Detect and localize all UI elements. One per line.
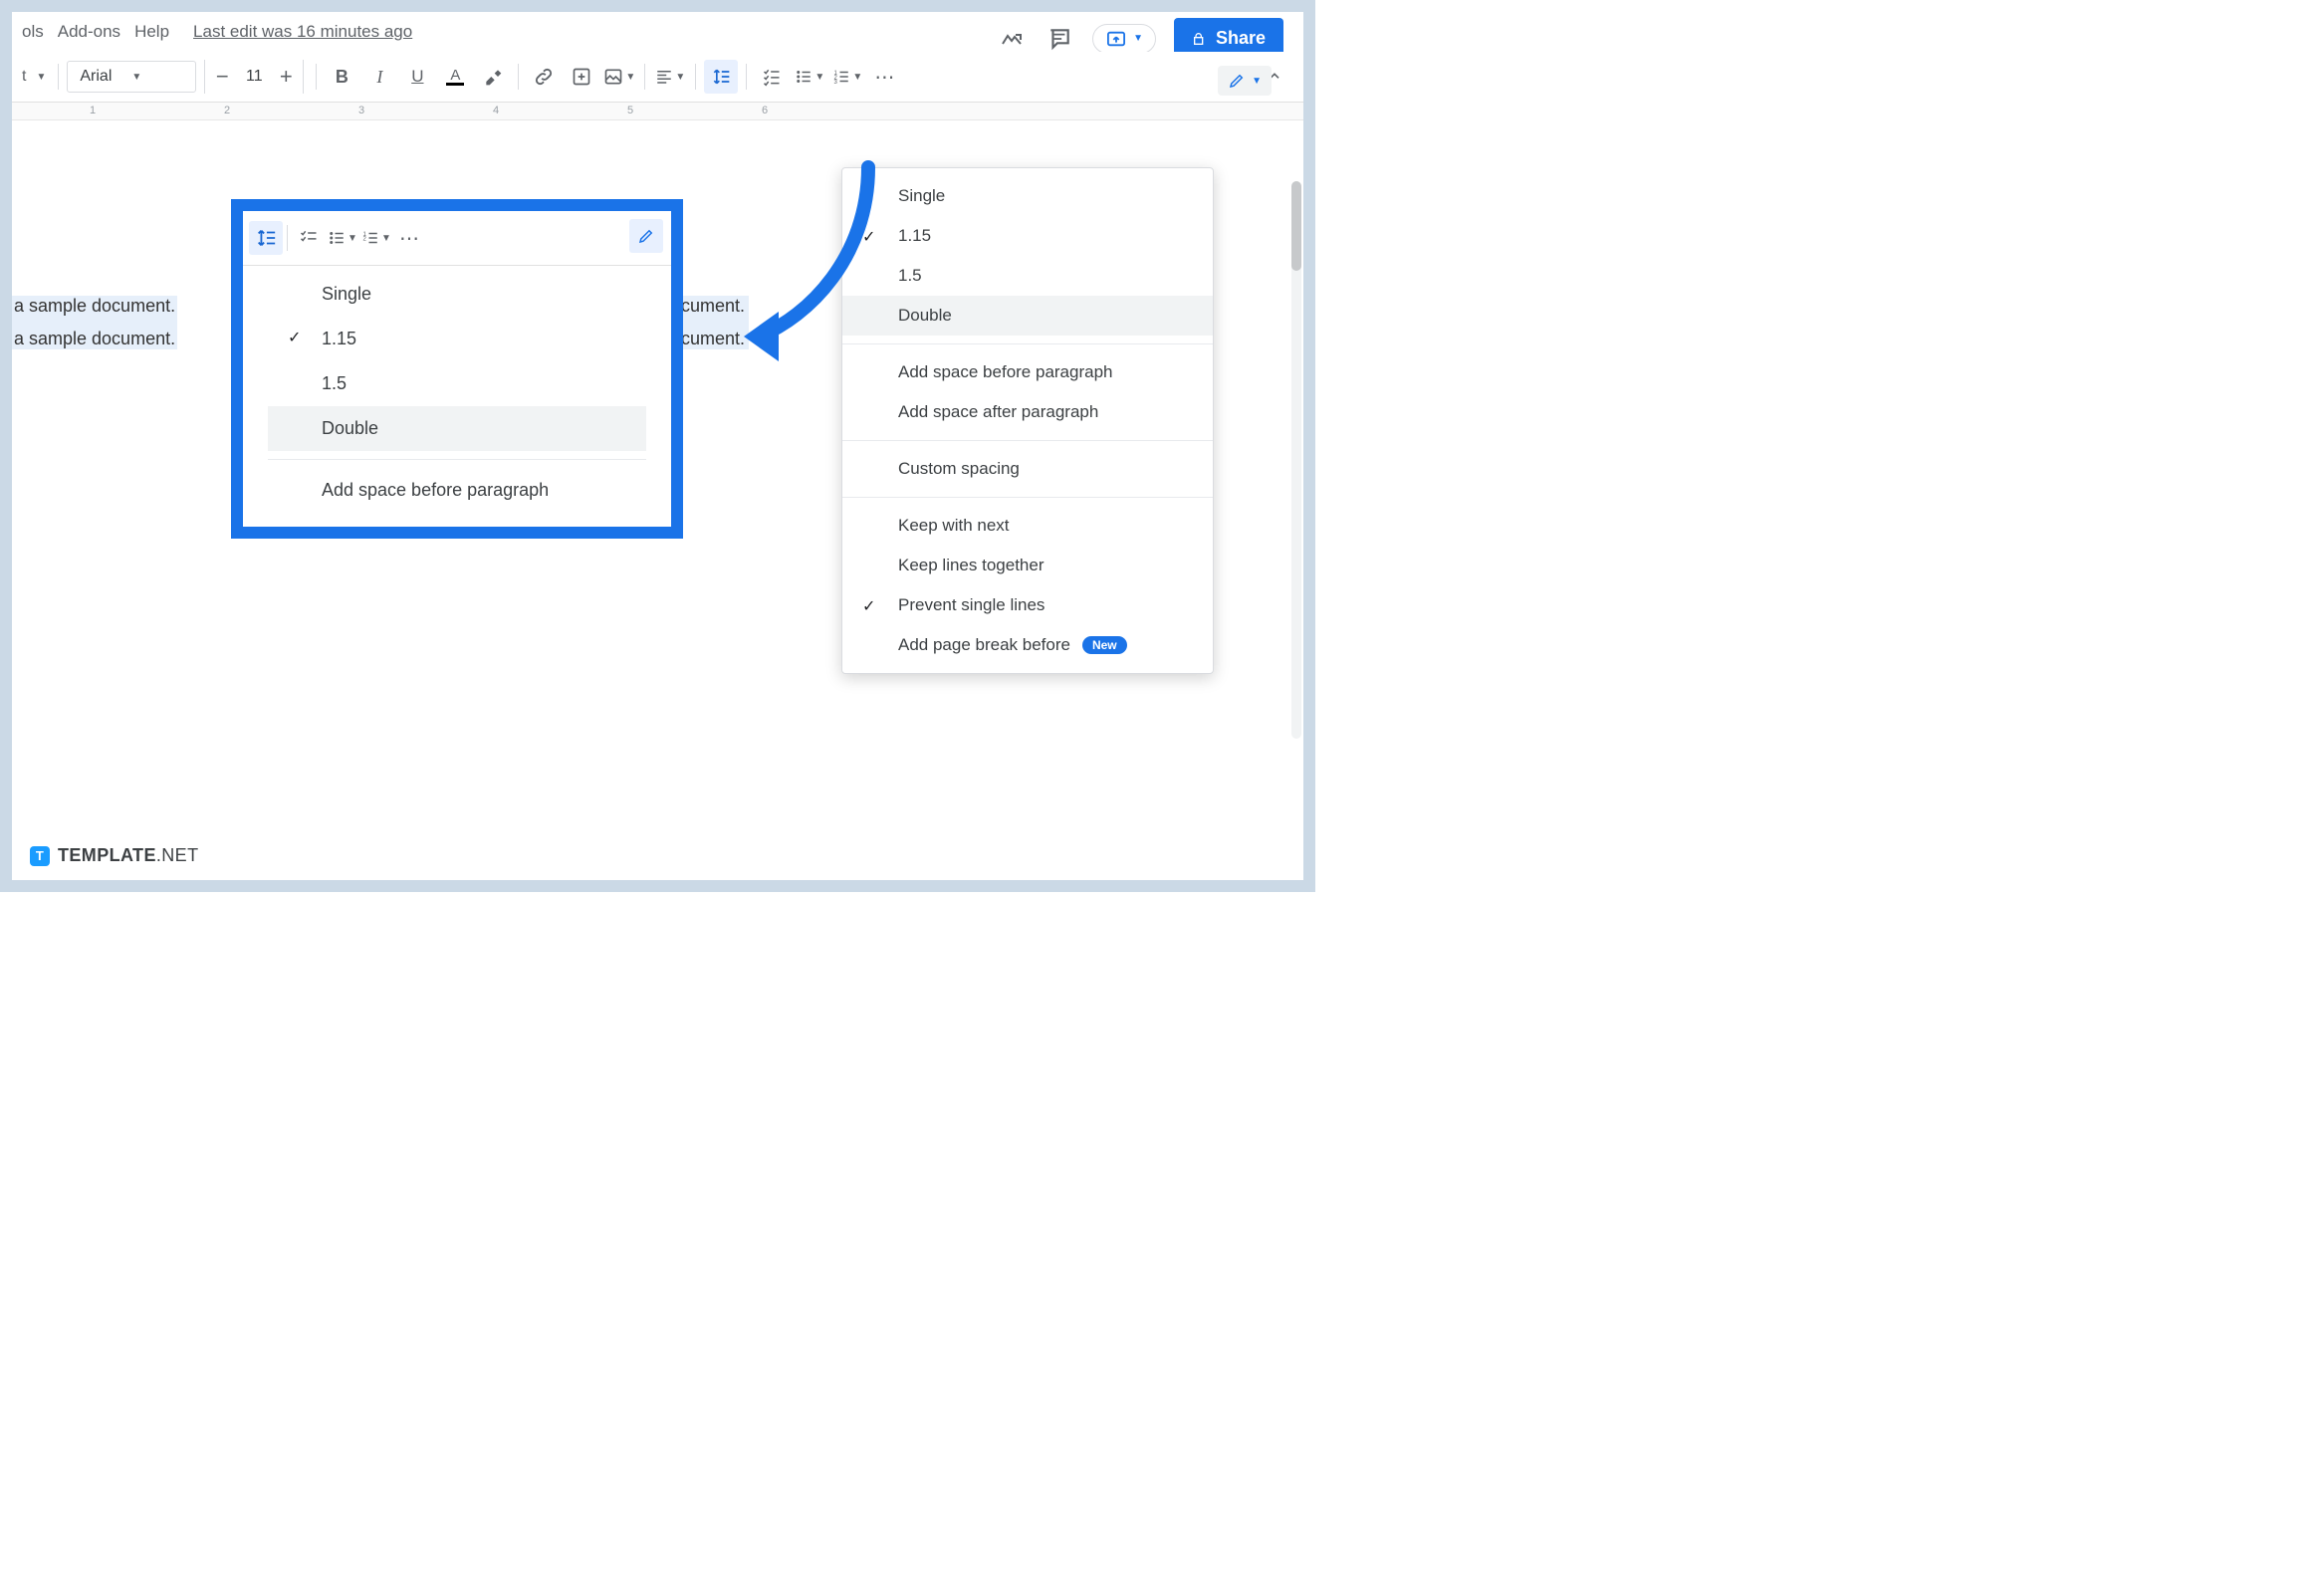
comments-icon[interactable]	[1045, 24, 1074, 54]
new-badge: New	[1082, 636, 1127, 654]
separator	[316, 64, 317, 90]
numbered-list-button[interactable]: 12 ▼	[359, 221, 393, 255]
menu-item-1-5[interactable]: 1.5	[268, 361, 646, 406]
add-comment-button[interactable]	[565, 60, 598, 94]
menu-item-keep-next[interactable]: Keep with next	[842, 506, 1213, 546]
separator	[58, 64, 59, 90]
callout-inset: ▼ 12 ▼ ⋯ Single ✓1.15 1.5 Double Add spa…	[231, 199, 683, 539]
menu-separator	[842, 497, 1213, 498]
font-size-decrease[interactable]: −	[205, 60, 239, 94]
inset-toolbar: ▼ 12 ▼ ⋯	[243, 211, 671, 266]
editing-mode-button[interactable]: ▼	[1218, 66, 1272, 96]
bullet-list-button[interactable]: ▼	[793, 60, 826, 94]
menu-item-keep-lines[interactable]: Keep lines together	[842, 546, 1213, 585]
inset-line-spacing-dropdown: Single ✓1.15 1.5 Double Add space before…	[268, 266, 646, 519]
align-button[interactable]: ▼	[653, 60, 687, 94]
chevron-down-icon: ▼	[131, 72, 141, 83]
menu-item-space-before[interactable]: Add space before paragraph	[842, 352, 1213, 392]
line-spacing-button[interactable]	[704, 60, 738, 94]
checklist-button[interactable]	[755, 60, 789, 94]
font-size-input[interactable]	[239, 68, 269, 86]
svg-text:2: 2	[363, 236, 367, 242]
numbered-list-button[interactable]: 123 ▼	[830, 60, 864, 94]
toolbar: t ▼ Arial ▼ − + B I U A ▼ ▼	[12, 52, 1303, 103]
footer-logo: T TEMPLATE.NET	[30, 845, 198, 866]
chevron-down-icon: ▼	[675, 72, 685, 83]
check-icon: ✓	[862, 596, 875, 616]
ruler-mark: 3	[358, 105, 364, 116]
scrollbar-thumb[interactable]	[1291, 181, 1301, 271]
menu-item-double[interactable]: Double	[268, 406, 646, 451]
insert-image-button[interactable]: ▼	[602, 60, 636, 94]
chevron-down-icon: ▼	[348, 233, 357, 244]
more-button[interactable]: ⋯	[393, 221, 427, 255]
logo-icon: T	[30, 846, 50, 866]
font-size-group: − +	[204, 60, 304, 94]
check-icon: ✓	[288, 328, 301, 347]
menu-item-1-5[interactable]: 1.5	[842, 256, 1213, 296]
ruler-mark: 4	[493, 105, 499, 116]
font-dropdown[interactable]: Arial ▼	[67, 61, 196, 93]
italic-button[interactable]: I	[362, 60, 396, 94]
ruler-mark: 2	[224, 105, 230, 116]
separator	[644, 64, 645, 90]
menu-separator	[842, 343, 1213, 344]
styles-dropdown[interactable]: t ▼	[18, 60, 50, 94]
font-size-increase[interactable]: +	[269, 60, 303, 94]
menu-item-space-before[interactable]: Add space before paragraph	[268, 468, 646, 513]
menu-item-single[interactable]: Single	[842, 176, 1213, 216]
text-color-button[interactable]: A	[438, 60, 472, 94]
menu-tools[interactable]: ols	[22, 22, 44, 42]
link-button[interactable]	[527, 60, 561, 94]
ruler-mark: 1	[90, 105, 96, 116]
ruler: 1 2 3 4 5 6	[12, 103, 1303, 120]
chevron-down-icon: ▼	[814, 72, 824, 83]
menu-item-1-15[interactable]: ✓1.15	[268, 317, 646, 361]
line-spacing-dropdown: Single ✓1.15 1.5 Double Add space before…	[841, 167, 1214, 674]
underline-button[interactable]: U	[400, 60, 434, 94]
menu-item-single[interactable]: Single	[268, 272, 646, 317]
menu-addons[interactable]: Add-ons	[58, 22, 120, 42]
separator	[695, 64, 696, 90]
ruler-mark: 5	[627, 105, 633, 116]
checklist-button[interactable]	[292, 221, 326, 255]
separator	[746, 64, 747, 90]
share-label: Share	[1216, 28, 1266, 49]
menu-separator	[268, 459, 646, 460]
bold-button[interactable]: B	[325, 60, 358, 94]
document-text-selection: a sample document. a sample document.	[12, 296, 177, 349]
ruler-mark: 6	[762, 105, 768, 116]
bullet-list-button[interactable]: ▼	[326, 221, 359, 255]
menu-separator	[842, 440, 1213, 441]
callout-arrow	[709, 157, 888, 376]
menu-help[interactable]: Help	[134, 22, 169, 42]
chevron-down-icon: ▼	[1252, 76, 1262, 87]
logo-text-light: .NET	[156, 845, 199, 865]
editing-mode-button[interactable]	[629, 219, 663, 253]
chevron-down-icon: ▼	[852, 72, 862, 83]
separator	[287, 225, 288, 251]
menu-item-space-after[interactable]: Add space after paragraph	[842, 392, 1213, 432]
separator	[518, 64, 519, 90]
highlight-button[interactable]	[476, 60, 510, 94]
menu-item-page-break[interactable]: Add page break beforeNew	[842, 625, 1213, 665]
line-spacing-button[interactable]	[249, 221, 283, 255]
chevron-down-icon: ▼	[1133, 33, 1143, 44]
activity-icon[interactable]	[997, 24, 1027, 54]
present-button[interactable]: ▼	[1092, 24, 1156, 54]
menu-item-double[interactable]: Double	[842, 296, 1213, 336]
last-edit-link[interactable]: Last edit was 16 minutes ago	[193, 22, 412, 42]
logo-text-bold: TEMPLATE	[58, 845, 156, 865]
menu-item-1-15[interactable]: ✓1.15	[842, 216, 1213, 256]
menu-item-custom-spacing[interactable]: Custom spacing	[842, 449, 1213, 489]
chevron-down-icon: ▼	[625, 72, 635, 83]
more-button[interactable]: ⋯	[868, 60, 902, 94]
chevron-down-icon: ▼	[381, 233, 391, 244]
menu-item-prevent-single[interactable]: ✓Prevent single lines	[842, 585, 1213, 625]
vertical-scrollbar[interactable]	[1291, 181, 1301, 739]
svg-text:3: 3	[834, 80, 838, 86]
chevron-down-icon: ▼	[36, 72, 46, 83]
